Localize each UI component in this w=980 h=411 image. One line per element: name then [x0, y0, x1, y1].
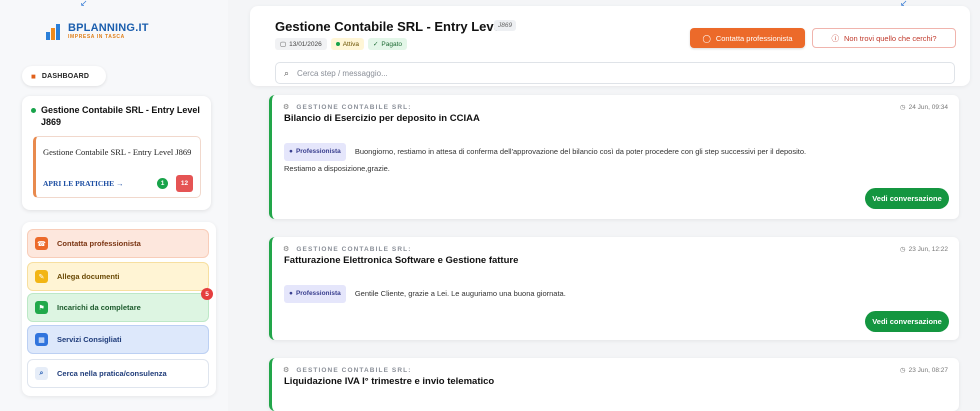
status-active-label: Attiva	[342, 40, 359, 48]
menu-item-incarichi[interactable]: ⚑ Incarichi da completare	[27, 293, 209, 322]
practice-title: Gestione Contabile SRL - Entry Level J86…	[41, 105, 200, 127]
search-box[interactable]: ⌕	[275, 62, 955, 84]
sender-chip: ● Professionista	[284, 143, 346, 161]
date-value: 13/01/2026	[289, 40, 322, 48]
logo-chart-icon	[46, 20, 64, 42]
open-practices-link[interactable]: APRI LE PRATICHE →	[43, 179, 124, 188]
message-category: ⚙ GESTIONE CONTABILE SRL:	[283, 245, 412, 254]
tasks-count-badge: 5	[201, 288, 213, 300]
page-title: Gestione Contabile SRL - Entry Level	[275, 19, 505, 34]
unread-count-badge[interactable]: 12	[176, 175, 193, 192]
status-paid-chip: ✓ Pagato	[367, 38, 408, 50]
message-category: ⚙ GESTIONE CONTABILE SRL:	[283, 366, 412, 375]
practice-inner-title: Gestione Contabile SRL - Entry Level J86…	[43, 147, 192, 157]
menu-item-contatta-professionista[interactable]: ☎ Contatta professionista	[27, 229, 209, 258]
calendar-icon: ▢	[280, 41, 287, 48]
message-body: ● Professionista Gentile Cliente, grazie…	[284, 285, 944, 303]
menu-item-label: Allega documenti	[57, 272, 120, 281]
help-circle-icon: ⓘ	[831, 33, 839, 43]
message-category-label: GESTIONE CONTABILE SRL:	[296, 245, 412, 253]
user-icon: ●	[289, 148, 293, 155]
message-title: Liquidazione IVA I° trimestre e invio te…	[284, 376, 495, 387]
menu-item-label: Incarichi da completare	[57, 303, 141, 312]
message-card[interactable]: ⚙ GESTIONE CONTABILE SRL: ◷ 24 Jun, 09:3…	[269, 95, 959, 219]
search-icon: ⌕	[35, 367, 48, 380]
grid-icon: ▦	[35, 333, 48, 346]
help-button-label: Non trovi quello che cerchi?	[843, 33, 937, 43]
headset-icon: ☎	[35, 237, 48, 250]
message-time-value: 23 Jun, 08:27	[908, 366, 948, 374]
menu-item-servizi-consigliati[interactable]: ▦ Servizi Consigliati	[27, 325, 209, 354]
message-category-label: GESTIONE CONTABILE SRL:	[296, 103, 412, 111]
gear-icon: ⚙	[283, 104, 291, 111]
home-icon: ■	[31, 71, 36, 81]
flag-icon: ⚑	[35, 301, 48, 314]
dashboard-button[interactable]: ■ DASHBOARD	[22, 66, 106, 86]
status-dot-icon	[335, 42, 340, 46]
menu-item-label: Contatta professionista	[57, 239, 141, 248]
practice-code-chip: J869	[494, 20, 517, 31]
message-time-value: 23 Jun, 12:22	[908, 245, 948, 253]
search-icon: ⌕	[284, 67, 290, 78]
message-title: Bilancio di Esercizio per deposito in CC…	[284, 113, 480, 124]
clock-icon: ◷	[899, 104, 906, 111]
resize-arrow-icon: ↙	[80, 0, 88, 8]
message-time-value: 24 Jun, 09:34	[908, 103, 948, 111]
message-time: ◷ 24 Jun, 09:34	[899, 103, 948, 112]
practice-card: Gestione Contabile SRL - Entry Level J86…	[22, 96, 211, 210]
sidebar: ↙ BPLANNING.IT IMPRESA IN TASCA ■ DASHBO…	[0, 0, 228, 411]
view-conversation-button[interactable]: Vedi conversazione	[865, 311, 949, 332]
message-card[interactable]: ⚙ GESTIONE CONTABILE SRL: ◷ 23 Jun, 12:2…	[269, 237, 959, 340]
search-input[interactable]	[297, 68, 898, 78]
gear-icon: ⚙	[283, 367, 291, 374]
active-status-dot	[31, 108, 36, 113]
practice-inner-card[interactable]: Gestione Contabile SRL - Entry Level J86…	[33, 136, 201, 198]
message-text: Buongiorno, restiamo in attesa di confer…	[354, 146, 807, 156]
message-body: ● Professionista Buongiorno, restiamo in…	[284, 143, 944, 177]
dashboard-label: DASHBOARD	[41, 72, 90, 80]
logo-subtitle: IMPRESA IN TASCA	[68, 33, 125, 40]
menu-item-allega-documenti[interactable]: ✎ Allega documenti	[27, 262, 209, 291]
chat-bubble-icon: ◯	[702, 33, 711, 43]
menu-item-label: Cerca nella pratica/consulenza	[57, 369, 167, 378]
message-text: Restiamo a disposizione,grazie.	[284, 164, 390, 173]
contact-professional-button[interactable]: ◯ Contatta professionista	[690, 28, 805, 48]
sender-label: Professionista	[295, 148, 341, 155]
sender-chip: ● Professionista	[284, 285, 346, 303]
message-category-label: GESTIONE CONTABILE SRL:	[296, 366, 412, 374]
message-category: ⚙ GESTIONE CONTABILE SRL:	[283, 103, 412, 112]
status-active-chip: Attiva	[330, 38, 364, 50]
logo[interactable]: BPLANNING.IT IMPRESA IN TASCA	[46, 20, 149, 42]
clock-icon: ◷	[899, 246, 906, 253]
paperclip-icon: ✎	[35, 270, 48, 283]
menu-item-label: Servizi Consigliati	[57, 335, 122, 344]
clock-icon: ◷	[899, 367, 906, 374]
status-paid-label: Pagato	[381, 40, 403, 48]
contact-button-label: Contatta professionista	[715, 33, 793, 43]
page-header: Gestione Contabile SRL - Entry Level J86…	[250, 6, 970, 86]
logo-title: BPLANNING.IT	[68, 21, 149, 34]
notification-count-badge: 1	[157, 178, 168, 189]
check-icon: ✓	[372, 41, 379, 48]
main-content: ↙ Gestione Contabile SRL - Entry Level J…	[250, 0, 980, 411]
date-chip: ▢ 13/01/2026	[275, 38, 327, 50]
message-time: ◷ 23 Jun, 12:22	[899, 245, 948, 254]
message-text: Gentile Cliente, grazie a Lei. Le auguri…	[354, 288, 566, 298]
help-button[interactable]: ⓘ Non trovi quello che cerchi?	[812, 28, 956, 48]
message-time: ◷ 23 Jun, 08:27	[899, 366, 948, 375]
meta-row: ▢ 13/01/2026 Attiva ✓ Pagato	[275, 38, 408, 50]
gear-icon: ⚙	[283, 246, 291, 253]
message-card[interactable]: ⚙ GESTIONE CONTABILE SRL: ◷ 23 Jun, 08:2…	[269, 358, 959, 411]
menu-item-cerca[interactable]: ⌕ Cerca nella pratica/consulenza	[27, 359, 209, 388]
user-icon: ●	[289, 290, 293, 297]
sender-label: Professionista	[295, 290, 341, 297]
view-conversation-button[interactable]: Vedi conversazione	[865, 188, 949, 209]
message-title: Fatturazione Elettronica Software e Gest…	[284, 255, 519, 266]
sidebar-menu: ☎ Contatta professionista ✎ Allega docum…	[22, 222, 216, 396]
